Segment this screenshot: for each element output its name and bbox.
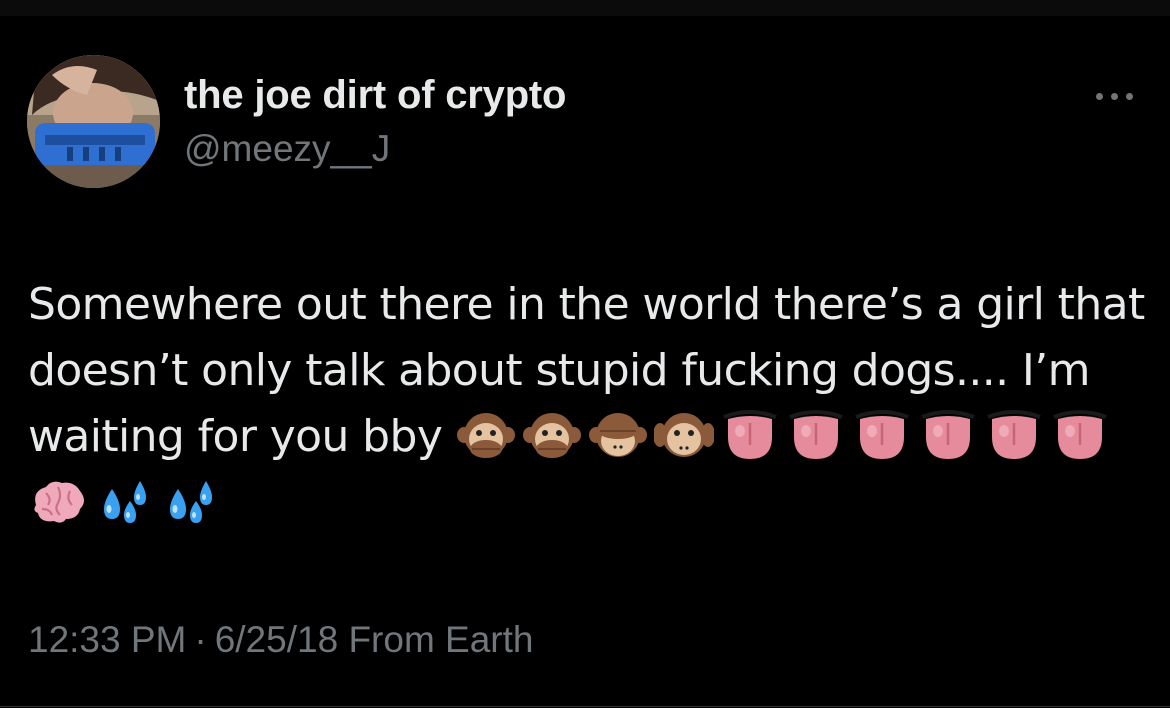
speak-no-evil-monkey-icon [456,409,516,463]
tweet: the joe dirt of crypto @meezy__J Somewhe… [0,16,1170,708]
tongue-icon [1050,409,1110,463]
tweet-text: Somewhere out there in the world there’s… [28,272,1148,536]
meta-separator: · [194,619,207,660]
brain-icon [28,475,88,529]
tweet-source: From Earth [348,619,534,660]
more-horizontal-icon [1126,93,1133,100]
more-options-button[interactable] [1090,86,1140,106]
tongue-icon [984,409,1044,463]
top-edge-strip [0,0,1170,16]
more-horizontal-icon [1111,93,1118,100]
avatar[interactable] [27,55,160,188]
tongue-icon [786,409,846,463]
tongue-icon [720,409,780,463]
tongue-icon [918,409,978,463]
display-name[interactable]: the joe dirt of crypto [184,73,566,118]
tweet-date[interactable]: 6/25/18 [215,619,338,660]
speak-no-evil-monkey-icon [522,409,582,463]
sweat-droplets-icon [94,475,154,529]
sweat-droplets-icon [160,475,220,529]
user-handle[interactable]: @meezy__J [184,128,390,170]
hear-no-evil-monkey-icon [653,409,714,463]
tongue-icon [852,409,912,463]
tweet-metadata: 12:33 PM · 6/25/18 From Earth [28,619,533,661]
more-horizontal-icon [1096,93,1103,100]
divider [0,706,1170,707]
see-no-evil-monkey-icon [588,409,648,463]
tweet-time[interactable]: 12:33 PM [28,619,186,660]
